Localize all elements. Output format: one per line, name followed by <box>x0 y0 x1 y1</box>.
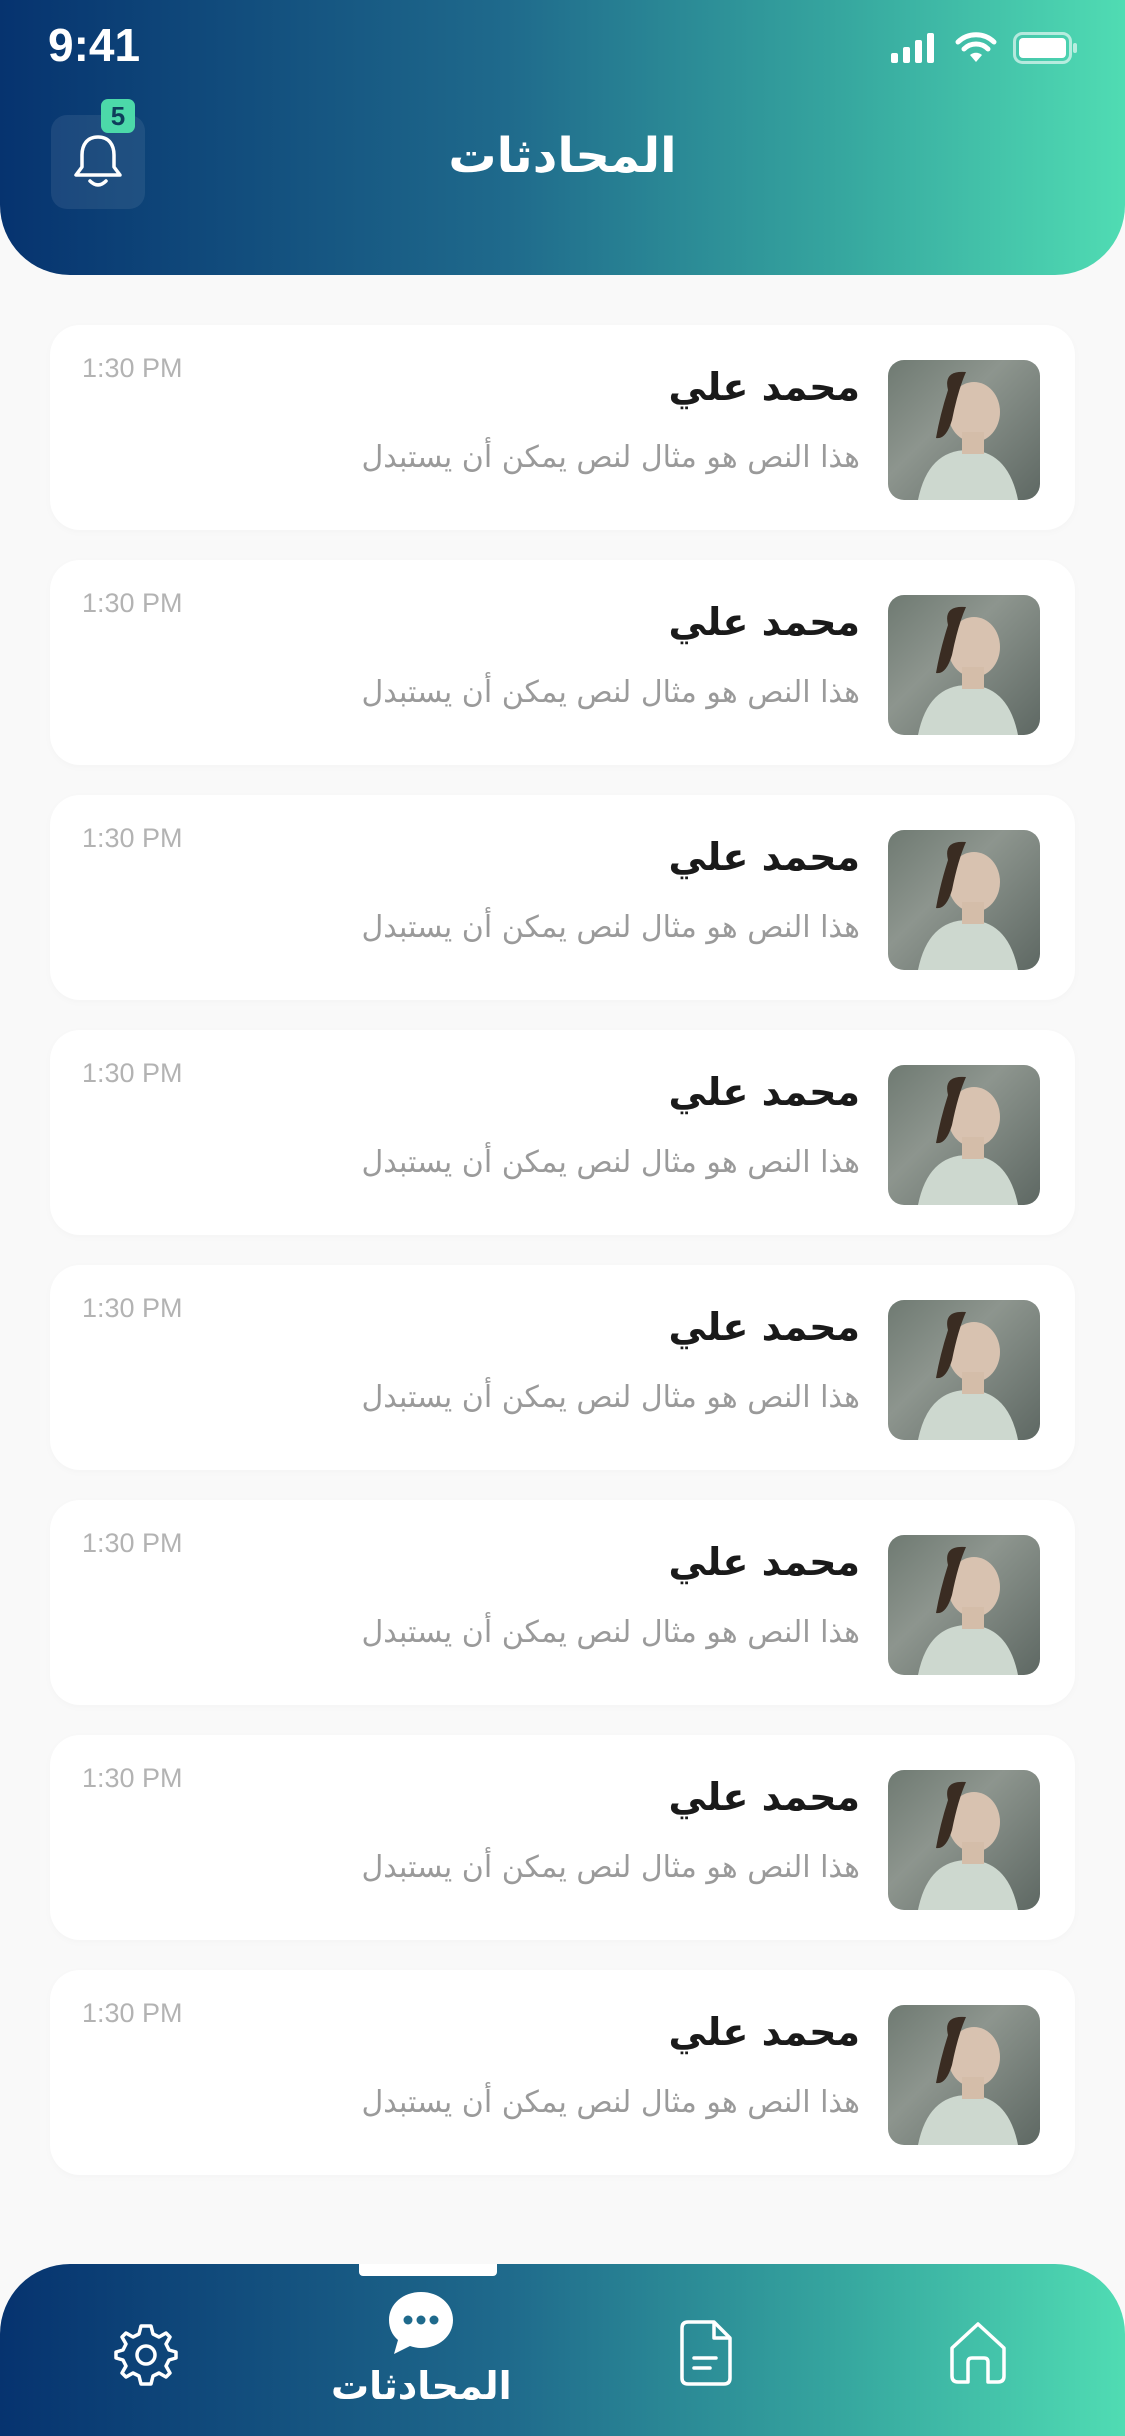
conversation-item[interactable]: 1:30 PM محمد علي هذا النص هو مثال لنص يم… <box>50 560 1075 765</box>
chat-icon <box>389 2292 454 2354</box>
message-preview: هذا النص هو مثال لنص يمكن أن يستبدل <box>361 1850 861 1885</box>
contact-name: محمد علي <box>668 1070 860 1114</box>
conversation-item[interactable]: 1:30 PM محمد علي هذا النص هو مثال لنص يم… <box>50 1030 1075 1235</box>
message-time: 1:30 PM <box>82 1763 183 1793</box>
avatar <box>888 1065 1040 1205</box>
message-preview: هذا النص هو مثال لنص يمكن أن يستبدل <box>361 1615 861 1650</box>
message-preview: هذا النص هو مثال لنص يمكن أن يستبدل <box>361 1380 861 1415</box>
active-tab-indicator <box>359 2264 497 2276</box>
avatar <box>888 595 1040 735</box>
nav-documents[interactable] <box>676 2318 736 2388</box>
message-preview: هذا النص هو مثال لنص يمكن أن يستبدل <box>361 2085 861 2120</box>
avatar-photo <box>918 1076 1018 1205</box>
contact-name: محمد علي <box>668 2010 860 2054</box>
nav-settings[interactable] <box>112 2320 180 2388</box>
avatar-photo <box>918 1781 1018 1910</box>
wifi-icon <box>955 32 997 62</box>
nav-label-chats: المحادثات <box>331 2364 512 2408</box>
avatar-photo <box>918 371 1018 500</box>
contact-name: محمد علي <box>668 600 860 644</box>
conversation-item[interactable]: 1:30 PM محمد علي هذا النص هو مثال لنص يم… <box>50 1265 1075 1470</box>
conversation-list: 1:30 PM محمد علي هذا النص هو مثال لنص يم… <box>50 325 1075 2205</box>
nav-home[interactable] <box>944 2318 1012 2386</box>
header: 9:41 5 المحادثات <box>0 0 1125 275</box>
message-time: 1:30 PM <box>82 1528 183 1558</box>
document-icon <box>680 2320 732 2386</box>
contact-name: محمد علي <box>668 1305 860 1349</box>
message-preview: هذا النص هو مثال لنص يمكن أن يستبدل <box>361 1145 861 1180</box>
avatar <box>888 1535 1040 1675</box>
contact-name: محمد علي <box>668 835 860 879</box>
message-preview: هذا النص هو مثال لنص يمكن أن يستبدل <box>361 440 861 475</box>
message-time: 1:30 PM <box>82 1058 183 1088</box>
avatar-photo <box>918 841 1018 970</box>
avatar <box>888 1770 1040 1910</box>
contact-name: محمد علي <box>668 365 860 409</box>
message-preview: هذا النص هو مثال لنص يمكن أن يستبدل <box>361 910 861 945</box>
conversation-item[interactable]: 1:30 PM محمد علي هذا النص هو مثال لنص يم… <box>50 1500 1075 1705</box>
gear-icon <box>114 2324 178 2386</box>
message-time: 1:30 PM <box>82 1293 183 1323</box>
home-icon <box>950 2322 1006 2384</box>
conversation-item[interactable]: 1:30 PM محمد علي هذا النص هو مثال لنص يم… <box>50 325 1075 530</box>
message-time: 1:30 PM <box>82 823 183 853</box>
avatar-photo <box>918 1311 1018 1440</box>
message-preview: هذا النص هو مثال لنص يمكن أن يستبدل <box>361 675 861 710</box>
conversation-item[interactable]: 1:30 PM محمد علي هذا النص هو مثال لنص يم… <box>50 1970 1075 2175</box>
battery-icon <box>1013 32 1077 64</box>
conversation-item[interactable]: 1:30 PM محمد علي هذا النص هو مثال لنص يم… <box>50 795 1075 1000</box>
avatar-photo <box>918 2016 1018 2145</box>
page-title: المحادثات <box>448 128 677 184</box>
message-time: 1:30 PM <box>82 588 183 618</box>
contact-name: محمد علي <box>668 1540 860 1584</box>
avatar-photo <box>918 606 1018 735</box>
conversations-screen: 9:41 5 المحادثات 1:30 PM محمد علي هذا ال… <box>0 0 1125 2436</box>
avatar <box>888 360 1040 500</box>
message-time: 1:30 PM <box>82 353 183 383</box>
avatar <box>888 2005 1040 2145</box>
nav-chats[interactable]: المحادثات <box>331 2290 512 2408</box>
contact-name: محمد علي <box>668 1775 860 1819</box>
conversation-item[interactable]: 1:30 PM محمد علي هذا النص هو مثال لنص يم… <box>50 1735 1075 1940</box>
status-icons <box>889 28 1079 68</box>
status-time: 9:41 <box>48 19 141 71</box>
avatar-photo <box>918 1546 1018 1675</box>
message-time: 1:30 PM <box>82 1998 183 2028</box>
avatar <box>888 1300 1040 1440</box>
signal-icon <box>891 33 934 63</box>
avatar <box>888 830 1040 970</box>
